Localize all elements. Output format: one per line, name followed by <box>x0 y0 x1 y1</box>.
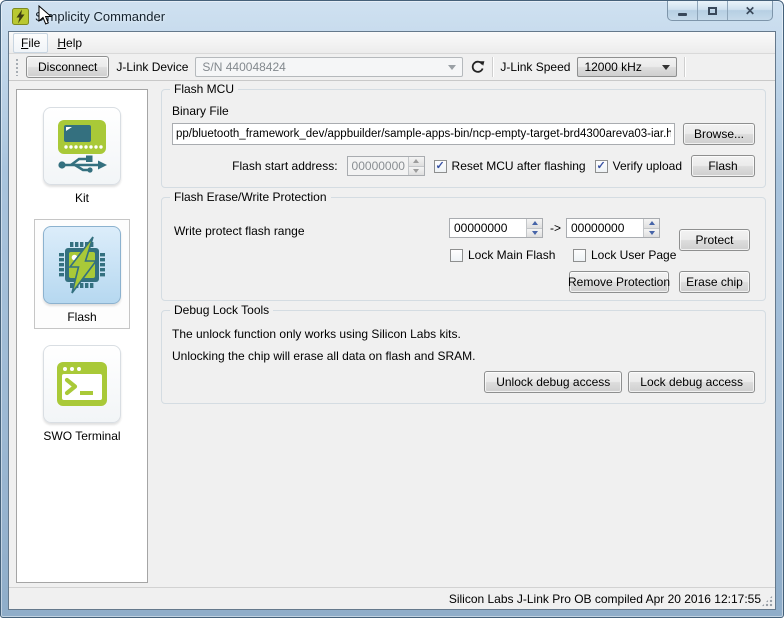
close-button[interactable]: ✕ <box>728 1 772 20</box>
jlink-speed-value: 12000 kHz <box>584 60 641 74</box>
swo-terminal-icon-card <box>43 345 121 423</box>
checkbox-unchecked[interactable] <box>573 249 586 262</box>
lock-main-flash-checkbox-row[interactable]: Lock Main Flash <box>450 248 555 262</box>
lock-user-page-label: Lock User Page <box>591 248 676 262</box>
checkbox-checked[interactable]: ✓ <box>434 160 447 173</box>
jlink-device-combobox: S/N 440048424 <box>195 57 463 77</box>
main-area: Kit <box>9 81 775 587</box>
app-lightning-icon <box>12 8 29 25</box>
maximize-button[interactable] <box>698 1 728 20</box>
lock-user-page-checkbox-row[interactable]: Lock User Page <box>573 248 676 262</box>
group-title: Flash Erase/Write Protection <box>170 190 331 204</box>
refresh-icon[interactable] <box>470 59 485 75</box>
range-arrow-label: -> <box>550 221 561 235</box>
spin-down-icon[interactable] <box>527 229 542 238</box>
menu-bar: File Help <box>9 32 775 54</box>
jlink-speed-label: J-Link Speed <box>500 60 570 74</box>
close-icon: ✕ <box>745 5 755 17</box>
verify-upload-checkbox-row[interactable]: ✓ Verify upload <box>595 159 682 173</box>
toolbar-separator <box>684 57 685 77</box>
menu-help[interactable]: Help <box>50 34 89 52</box>
reset-mcu-checkbox-row[interactable]: ✓ Reset MCU after flashing <box>434 159 586 173</box>
spin-up-icon <box>409 157 424 167</box>
unlock-debug-access-button[interactable]: Unlock debug access <box>484 371 622 393</box>
flash-chip-lightning-icon <box>53 236 111 294</box>
binary-file-input[interactable] <box>172 123 675 145</box>
chevron-down-icon <box>662 65 670 70</box>
range-from-spinbox[interactable]: 00000000 <box>449 218 543 238</box>
client-area: File Help Disconnect J-Link Device S/N 4… <box>8 31 776 610</box>
title-bar[interactable]: Simplicity Commander ✕ <box>1 1 783 31</box>
group-title: Flash MCU <box>170 82 238 96</box>
window-controls: ✕ <box>667 1 773 21</box>
flash-start-address-label: Flash start address: <box>232 159 337 173</box>
flash-mcu-group: Flash MCU Binary File Browse... Flash st… <box>161 89 766 188</box>
toolbar-grip-handle[interactable] <box>15 58 19 76</box>
debug-lock-info-line2: Unlocking the chip will erase all data o… <box>172 349 755 363</box>
range-to-spinbox[interactable]: 00000000 <box>566 218 660 238</box>
reset-mcu-label: Reset MCU after flashing <box>452 159 586 173</box>
jlink-speed-combobox[interactable]: 12000 kHz <box>577 57 677 77</box>
minimize-button[interactable] <box>668 1 698 20</box>
kit-icon-card <box>43 107 121 185</box>
flash-icon-card <box>43 226 121 304</box>
disconnect-button[interactable]: Disconnect <box>26 56 109 78</box>
checkbox-unchecked[interactable] <box>450 249 463 262</box>
kit-usb-board-icon <box>53 117 111 175</box>
spin-up-icon[interactable] <box>527 219 542 229</box>
spin-down-icon[interactable] <box>644 229 659 238</box>
resize-grip[interactable] <box>761 595 773 607</box>
flash-erase-protection-group: Flash Erase/Write Protection Write prote… <box>161 197 766 301</box>
sidebar-item-label: Flash <box>67 310 96 324</box>
jlink-device-value: S/N 440048424 <box>202 60 285 74</box>
flash-button[interactable]: Flash <box>691 155 755 177</box>
sidebar-item-kit[interactable]: Kit <box>34 100 130 210</box>
terminal-window-icon <box>53 355 111 413</box>
window-title: Simplicity Commander <box>35 9 165 24</box>
flash-start-address-spinbox: 00000000 <box>347 156 425 176</box>
flash-start-address-value: 00000000 <box>348 157 408 175</box>
verify-upload-label: Verify upload <box>613 159 682 173</box>
spin-up-icon[interactable] <box>644 219 659 229</box>
lock-main-flash-label: Lock Main Flash <box>468 248 555 262</box>
main-toolbar: Disconnect J-Link Device S/N 440048424 J… <box>9 54 775 81</box>
flash-page-panel: Flash MCU Binary File Browse... Flash st… <box>161 89 766 413</box>
debug-lock-tools-group: Debug Lock Tools The unlock function onl… <box>161 310 766 404</box>
binary-file-label: Binary File <box>172 104 755 118</box>
app-window: Simplicity Commander ✕ File Help Disconn… <box>0 0 784 618</box>
jlink-device-label: J-Link Device <box>116 60 188 74</box>
group-title: Debug Lock Tools <box>170 303 273 317</box>
protect-button[interactable]: Protect <box>679 229 750 251</box>
menu-file[interactable]: File <box>13 33 48 53</box>
write-protect-range-label: Write protect flash range <box>174 224 305 238</box>
sidebar-item-label: Kit <box>75 191 89 205</box>
spin-down-icon <box>409 167 424 176</box>
checkbox-checked[interactable]: ✓ <box>595 160 608 173</box>
sidebar-item-label: SWO Terminal <box>43 429 120 443</box>
remove-protection-button[interactable]: Remove Protection <box>569 271 669 293</box>
chevron-down-icon <box>448 65 456 70</box>
sidebar-item-flash[interactable]: Flash <box>34 219 130 329</box>
toolbar-separator <box>492 57 493 77</box>
browse-button[interactable]: Browse... <box>683 123 755 145</box>
sidebar-item-swo-terminal[interactable]: SWO Terminal <box>34 338 130 448</box>
navigation-sidebar: Kit <box>16 89 148 583</box>
status-text: Silicon Labs J-Link Pro OB compiled Apr … <box>449 592 761 606</box>
status-bar: Silicon Labs J-Link Pro OB compiled Apr … <box>9 587 775 609</box>
lock-debug-access-button[interactable]: Lock debug access <box>628 371 755 393</box>
minimize-icon <box>678 13 687 16</box>
debug-lock-info-line1: The unlock function only works using Sil… <box>172 327 755 341</box>
maximize-icon <box>708 7 717 15</box>
erase-chip-button[interactable]: Erase chip <box>679 271 750 293</box>
range-to-value: 00000000 <box>567 219 643 237</box>
range-from-value: 00000000 <box>450 219 526 237</box>
